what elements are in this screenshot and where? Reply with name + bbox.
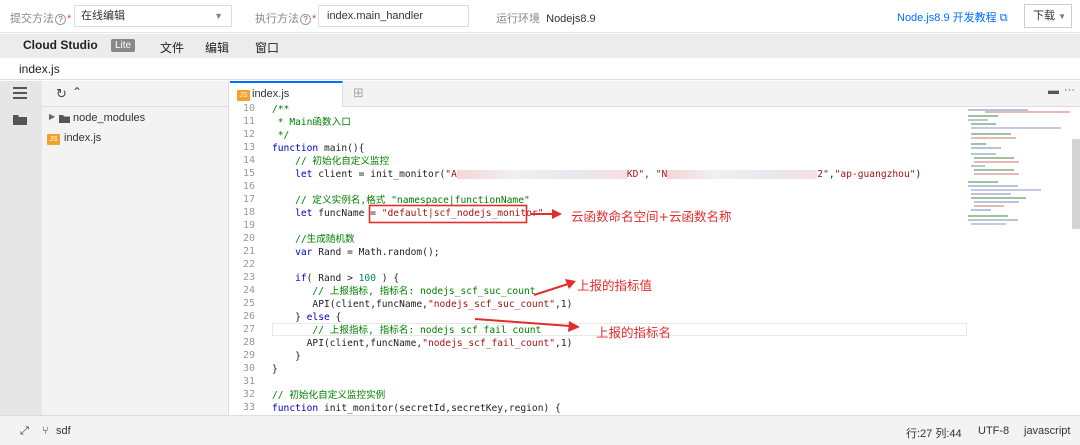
branch-icon: ⑂ xyxy=(42,425,49,437)
branch-label: sdf xyxy=(56,425,71,437)
encoding[interactable]: UTF-8 xyxy=(978,425,1009,437)
status-bar: ⤢ ⑂ sdf 行:27 列:44 UTF-8 javascript xyxy=(0,415,1080,445)
annotation-namespace: 云函数命名空间+云函数名称 xyxy=(571,209,732,224)
annotation-metric-value: 上报的指标值 xyxy=(577,278,653,293)
annotation-overlay xyxy=(368,204,580,332)
annotation-metric-name: 上报的指标名 xyxy=(596,325,672,340)
cursor-position[interactable]: 行:27 列:44 xyxy=(906,425,962,441)
language-mode[interactable]: javascript xyxy=(1024,425,1070,437)
expand-icon[interactable]: ⤢ xyxy=(20,425,29,438)
